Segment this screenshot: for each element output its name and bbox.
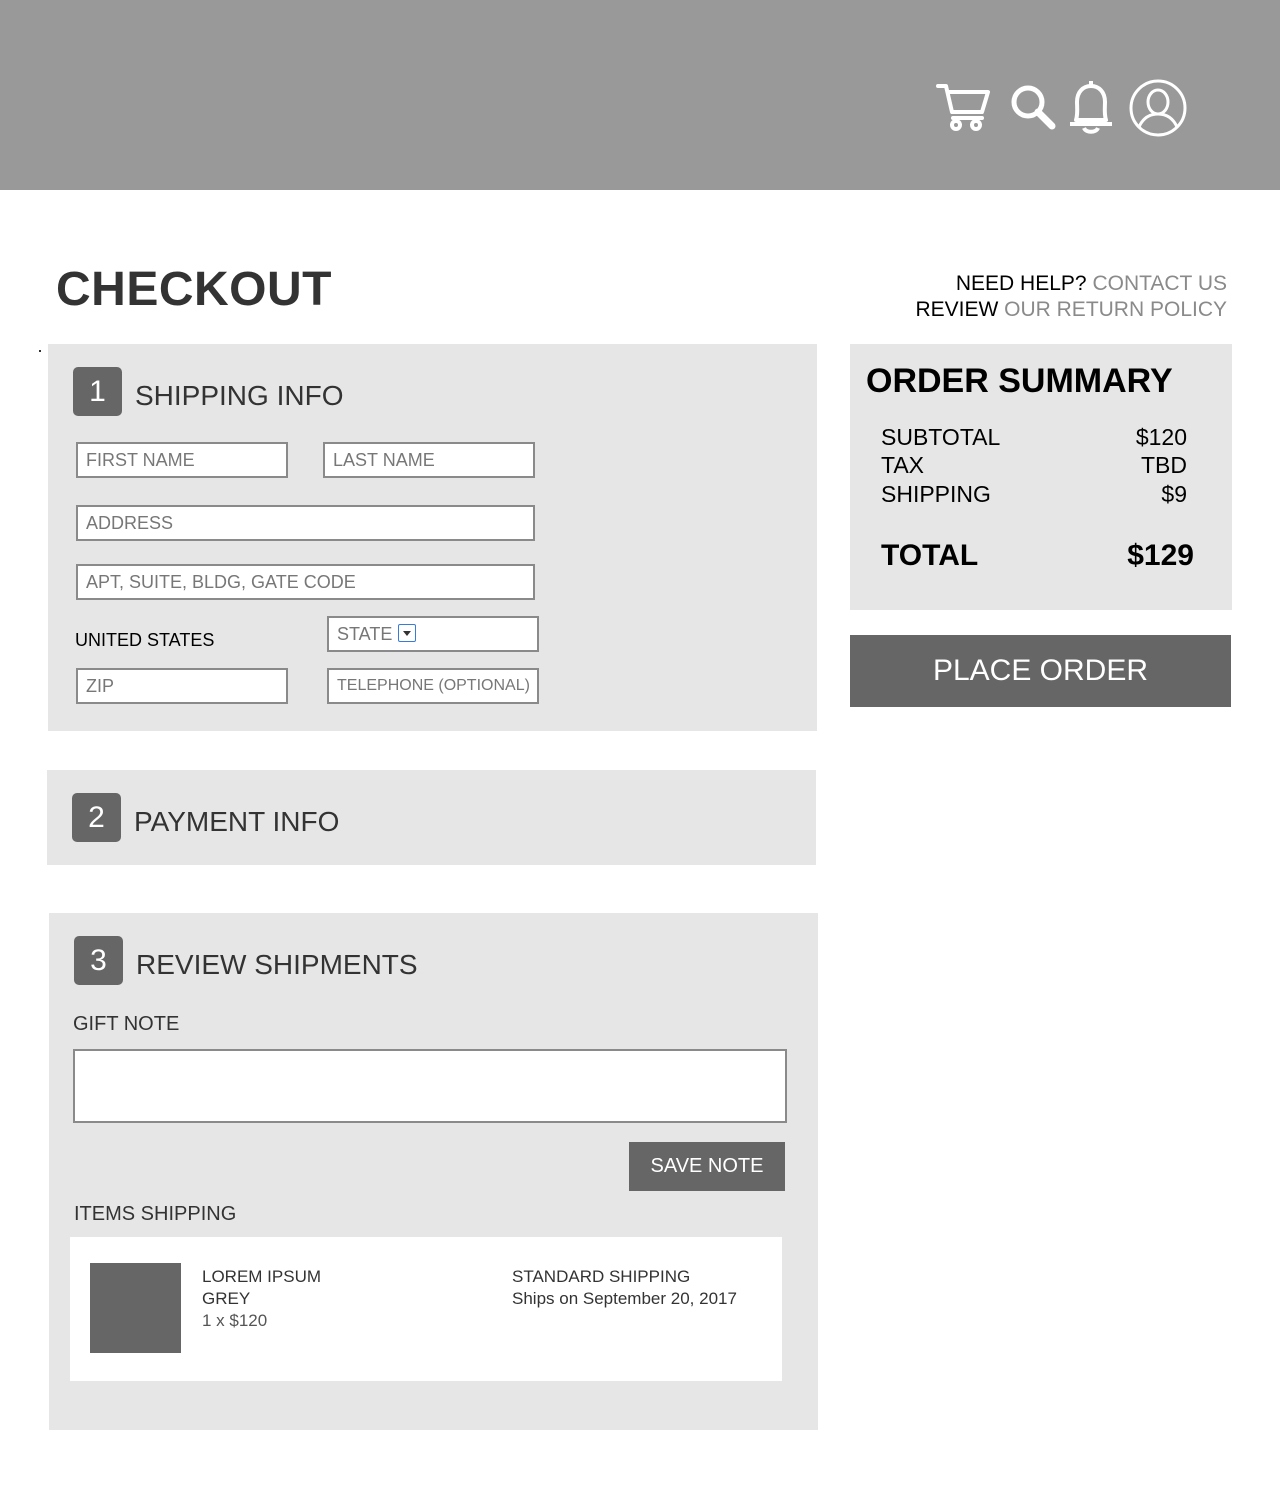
contact-us-link[interactable]: CONTACT US bbox=[1092, 272, 1227, 295]
item-shipping-details: STANDARD SHIPPING Ships on September 20,… bbox=[512, 1266, 737, 1310]
user-icon[interactable] bbox=[1128, 78, 1188, 138]
shipping-item-card: LOREM IPSUM GREY 1 x $120 STANDARD SHIPP… bbox=[70, 1237, 782, 1381]
tax-value: TBD bbox=[1141, 452, 1187, 478]
order-summary-panel: ORDER SUMMARY SUBTOTAL $120 TAX TBD SHIP… bbox=[850, 344, 1232, 610]
tax-label: TAX bbox=[881, 452, 925, 478]
total-row: TOTAL $129 bbox=[881, 539, 1194, 573]
shipping-value: $9 bbox=[1161, 481, 1187, 507]
ship-date: Ships on September 20, 2017 bbox=[512, 1289, 737, 1308]
tax-row: TAX TBD bbox=[881, 452, 1187, 479]
total-label: TOTAL bbox=[881, 539, 979, 572]
gift-note-textarea[interactable] bbox=[73, 1049, 787, 1123]
state-select[interactable]: STATE bbox=[327, 616, 539, 652]
step-number-2: 2 bbox=[72, 793, 121, 842]
first-name-field[interactable]: FIRST NAME bbox=[76, 442, 288, 478]
last-name-field[interactable]: LAST NAME bbox=[323, 442, 535, 478]
need-help-text: NEED HELP? bbox=[955, 272, 1087, 295]
bell-icon[interactable] bbox=[1066, 78, 1116, 136]
chevron-down-icon[interactable] bbox=[398, 624, 417, 643]
shipping-row: SHIPPING $9 bbox=[881, 481, 1187, 508]
address-field[interactable]: ADDRESS bbox=[76, 505, 535, 541]
review-text: REVIEW bbox=[915, 298, 999, 321]
gift-note-label: GIFT NOTE bbox=[73, 1013, 180, 1035]
item-details: LOREM IPSUM GREY 1 x $120 bbox=[202, 1266, 321, 1332]
item-name: LOREM IPSUM bbox=[202, 1267, 322, 1286]
cart-icon[interactable] bbox=[936, 80, 992, 132]
subtotal-row: SUBTOTAL $120 bbox=[881, 424, 1187, 451]
item-color: GREY bbox=[202, 1289, 251, 1308]
help-links: NEED HELP? CONTACT US REVIEW OUR RETURN … bbox=[915, 271, 1227, 323]
subtotal-label: SUBTOTAL bbox=[881, 424, 1001, 450]
apt-field[interactable]: APT, SUITE, BLDG, GATE CODE bbox=[76, 564, 535, 600]
payment-info-title[interactable]: PAYMENT INFO bbox=[134, 806, 339, 838]
page-title: CHECKOUT bbox=[56, 263, 332, 316]
stray-dot bbox=[39, 350, 41, 352]
step-number-3: 3 bbox=[74, 936, 123, 985]
search-icon[interactable] bbox=[1008, 82, 1058, 132]
review-shipments-title: REVIEW SHIPMENTS bbox=[136, 949, 418, 980]
subtotal-value: $120 bbox=[1135, 424, 1187, 450]
shipping-method: STANDARD SHIPPING bbox=[512, 1267, 691, 1286]
item-thumbnail bbox=[90, 1263, 181, 1353]
shipping-label: SHIPPING bbox=[881, 481, 991, 507]
save-note-button[interactable]: SAVE NOTE bbox=[629, 1142, 785, 1191]
total-value: $129 bbox=[1127, 539, 1194, 572]
country-label: UNITED STATES bbox=[75, 630, 215, 650]
item-qty-price: 1 x $120 bbox=[202, 1311, 268, 1330]
order-summary-title: ORDER SUMMARY bbox=[866, 362, 1173, 400]
top-header bbox=[0, 0, 1280, 190]
step-number-1: 1 bbox=[73, 367, 122, 416]
return-policy-link[interactable]: OUR RETURN POLICY bbox=[1004, 298, 1227, 321]
state-select-label: STATE bbox=[337, 624, 393, 644]
telephone-field[interactable]: TELEPHONE (OPTIONAL) bbox=[327, 668, 539, 704]
items-shipping-label: ITEMS SHIPPING bbox=[74, 1203, 237, 1225]
place-order-button[interactable]: PLACE ORDER bbox=[850, 635, 1231, 707]
shipping-info-title: SHIPPING INFO bbox=[135, 380, 344, 411]
zip-field[interactable]: ZIP bbox=[76, 668, 288, 704]
